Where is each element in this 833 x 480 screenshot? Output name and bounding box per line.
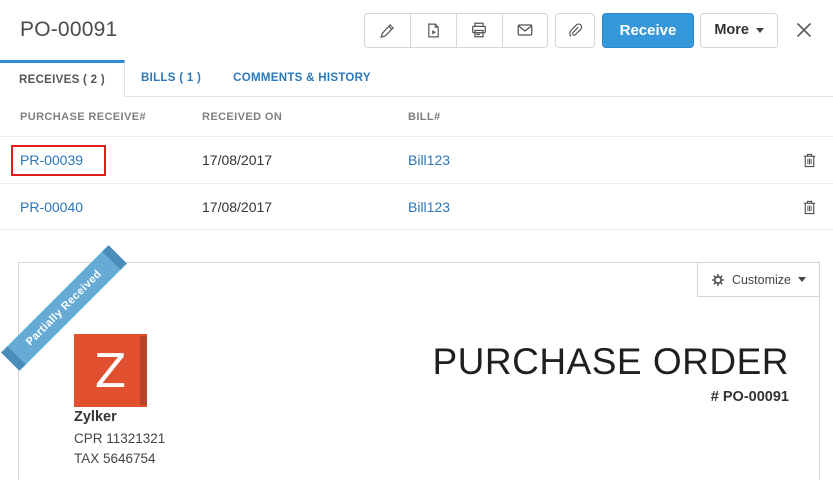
gear-icon bbox=[711, 273, 725, 287]
company-cpr: CPR 11321321 bbox=[74, 431, 166, 446]
tab-bar: RECEIVES ( 2 ) BILLS ( 1 ) COMMENTS & HI… bbox=[0, 60, 833, 97]
print-button[interactable] bbox=[455, 12, 502, 48]
pdf-button[interactable] bbox=[409, 12, 456, 48]
tab-receives[interactable]: RECEIVES ( 2 ) bbox=[0, 60, 125, 97]
edit-button[interactable] bbox=[363, 12, 410, 48]
customize-button-label: Customize bbox=[731, 272, 791, 287]
customize-button[interactable]: Customize bbox=[696, 262, 820, 297]
more-button[interactable]: More bbox=[700, 12, 778, 48]
caret-down-icon bbox=[798, 277, 806, 282]
toolbar: Receive More bbox=[363, 12, 819, 48]
receive-button[interactable]: Receive bbox=[601, 12, 695, 48]
trash-icon bbox=[802, 199, 817, 215]
table-row: PR-00040 17/08/2017 Bill123 bbox=[0, 183, 833, 230]
toolbar-button-group bbox=[363, 12, 548, 48]
bill-link[interactable]: Bill123 bbox=[408, 199, 450, 215]
delete-receive-button[interactable] bbox=[802, 152, 817, 168]
tab-bills[interactable]: BILLS ( 1 ) bbox=[125, 60, 217, 96]
company-tax: TAX 5646754 bbox=[74, 451, 156, 466]
pdf-icon bbox=[425, 22, 442, 39]
column-header-bill: BILL# bbox=[408, 110, 441, 123]
email-icon bbox=[516, 21, 534, 39]
document-heading: PURCHASE ORDER # PO-00091 bbox=[433, 343, 790, 405]
company-logo: Z bbox=[74, 334, 147, 407]
table-header-row: PURCHASE RECEIVE# RECEIVED ON BILL# bbox=[0, 97, 833, 136]
more-button-label: More bbox=[714, 22, 749, 38]
delete-receive-button[interactable] bbox=[802, 199, 817, 215]
company-details: Zylker CPR 11321321 TAX 5646754 bbox=[74, 409, 165, 469]
document-title: PURCHASE ORDER bbox=[432, 341, 789, 382]
tab-comments-history[interactable]: COMMENTS & HISTORY bbox=[217, 60, 387, 96]
page-title: PO-00091 bbox=[20, 18, 118, 41]
print-icon bbox=[470, 21, 488, 39]
page-header: PO-00091 Receive More bbox=[0, 0, 833, 60]
purchase-order-preview: Partially Received Customize Z Zylker CP… bbox=[1, 245, 820, 480]
close-icon bbox=[794, 20, 814, 40]
receives-table: PURCHASE RECEIVE# RECEIVED ON BILL# PR-0… bbox=[0, 97, 833, 230]
document-number: # PO-00091 bbox=[710, 389, 789, 405]
column-header-received-on: RECEIVED ON bbox=[202, 110, 283, 123]
email-button[interactable] bbox=[501, 12, 548, 48]
caret-down-icon bbox=[756, 27, 764, 33]
attachment-button[interactable] bbox=[554, 12, 595, 48]
purchase-receive-link[interactable]: PR-00039 bbox=[20, 152, 83, 168]
received-on-value: 17/08/2017 bbox=[202, 198, 273, 215]
column-header-purchase-receive: PURCHASE RECEIVE# bbox=[20, 110, 146, 123]
trash-icon bbox=[802, 152, 817, 168]
bill-link[interactable]: Bill123 bbox=[408, 152, 450, 168]
company-name: Zylker bbox=[74, 409, 117, 425]
company-logo-letter: Z bbox=[94, 343, 127, 398]
edit-pencil-icon bbox=[379, 22, 396, 39]
table-row: PR-00039 17/08/2017 Bill123 bbox=[0, 136, 833, 183]
purchase-receive-link[interactable]: PR-00040 bbox=[20, 199, 83, 215]
close-button[interactable] bbox=[789, 15, 819, 45]
attachment-icon bbox=[566, 22, 583, 39]
received-on-value: 17/08/2017 bbox=[202, 152, 273, 168]
